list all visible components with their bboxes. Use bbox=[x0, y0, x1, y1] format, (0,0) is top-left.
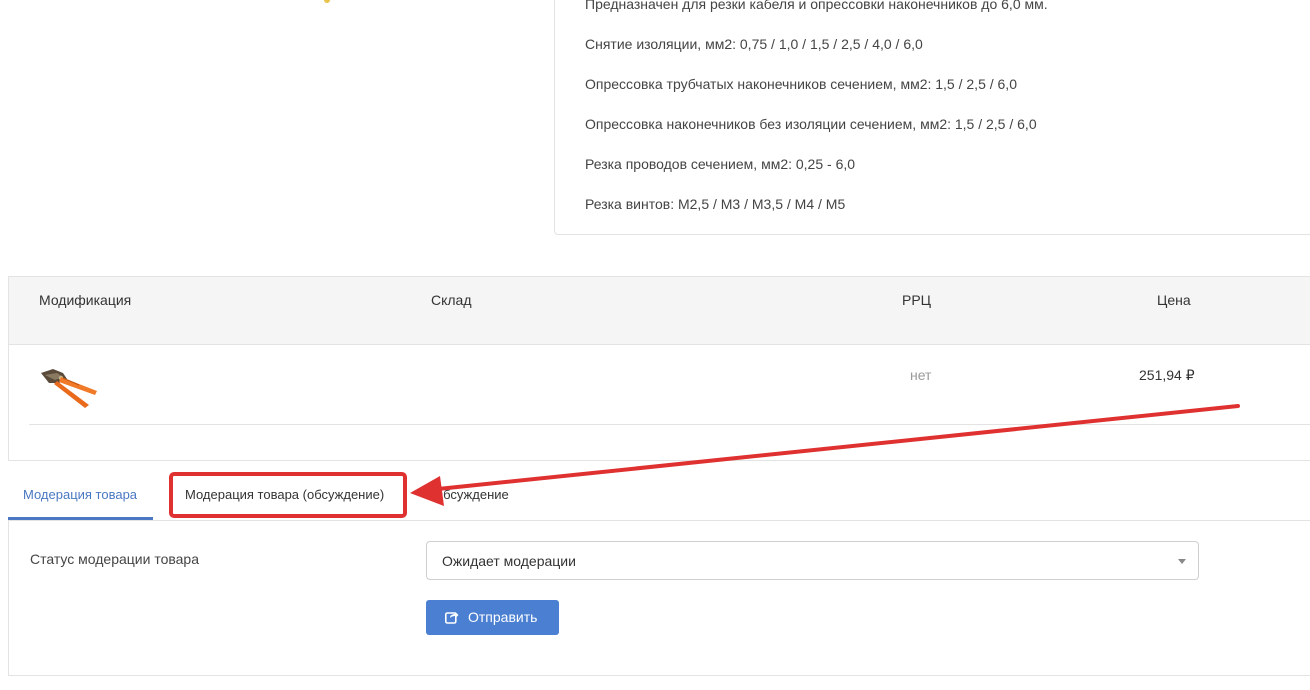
moderation-status-label: Статус модерации товара bbox=[30, 551, 200, 567]
moderation-status-value: Ожидает модерации bbox=[442, 553, 576, 569]
cell-price: 251,94 ₽ bbox=[1139, 367, 1195, 383]
column-header-warehouse: Склад bbox=[431, 292, 472, 308]
description-line: Опрессовка трубчатых наконечников сечени… bbox=[585, 76, 1017, 92]
row-divider bbox=[29, 424, 1310, 425]
share-icon bbox=[445, 612, 459, 624]
moderation-status-select[interactable]: Ожидает модерации bbox=[426, 541, 1199, 580]
modifications-table: Модификация Склад РРЦ Цена нет 251,94 ₽ bbox=[8, 276, 1310, 461]
decorative-dot bbox=[324, 0, 330, 3]
description-line: Снятие изоляции, мм2: 0,75 / 1,0 / 1,5 /… bbox=[585, 36, 923, 52]
column-header-price: Цена bbox=[1157, 292, 1191, 308]
description-line: Резка проводов сечением, мм2: 0,25 - 6,0 bbox=[585, 156, 856, 172]
tab-discussion[interactable]: Обсуждение bbox=[433, 470, 509, 520]
cell-rrp: нет bbox=[910, 367, 932, 383]
column-header-modification: Модификация bbox=[39, 292, 132, 308]
table-header: Модификация Склад РРЦ Цена bbox=[9, 277, 1310, 345]
crimping-tool-image[interactable] bbox=[37, 361, 103, 411]
chevron-down-icon bbox=[1178, 559, 1186, 564]
column-header-rrp: РРЦ bbox=[902, 292, 932, 308]
submit-button[interactable]: Отправить bbox=[426, 600, 559, 635]
submit-button-label: Отправить bbox=[468, 609, 538, 625]
annotation-highlight-box bbox=[169, 472, 407, 518]
tab-product-moderation[interactable]: Модерация товара bbox=[8, 470, 153, 520]
description-line: Резка винтов: М2,5 / М3 / М3,5 / М4 / М5 bbox=[585, 196, 846, 212]
description-line: Предназначен для резки кабеля и опрессов… bbox=[585, 0, 1048, 12]
description-line: Опрессовка наконечников без изоляции сеч… bbox=[585, 116, 1037, 132]
